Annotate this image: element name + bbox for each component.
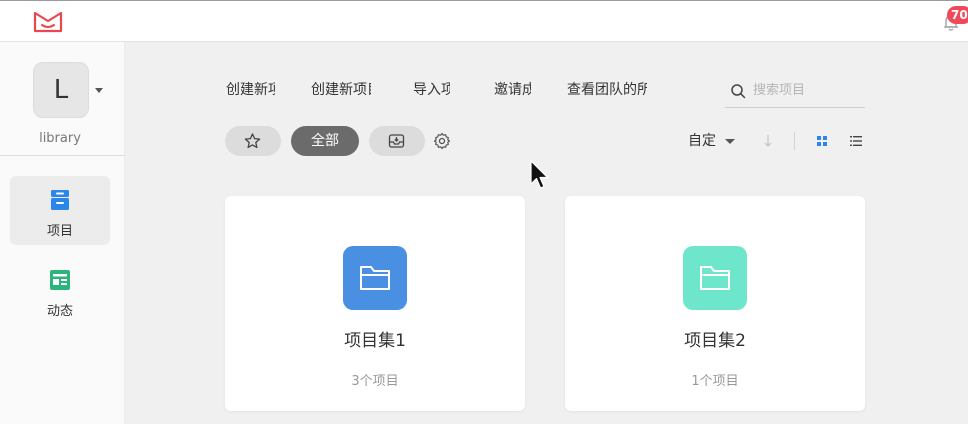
search-input[interactable] (753, 78, 863, 102)
grid-view-icon[interactable] (815, 134, 829, 148)
tab-view-all-label: 查看团队的所有项目 (567, 82, 647, 98)
app-logo-icon[interactable] (33, 10, 63, 34)
list-view-icon[interactable] (849, 134, 863, 148)
sidebar-item-projects[interactable]: 项目 (10, 176, 110, 245)
mouse-cursor-icon (530, 160, 549, 189)
sort-dropdown[interactable]: 自定 (688, 130, 716, 152)
star-icon (244, 133, 261, 149)
team-switch-caret-icon[interactable] (95, 88, 103, 93)
project-set-card[interactable]: 项目集1 3个项目 (225, 196, 525, 411)
folder-icon (683, 246, 747, 310)
project-search (725, 74, 865, 108)
tab-create-project-set[interactable]: 创建新项目集 (226, 78, 275, 102)
archive-box-icon (388, 134, 405, 148)
filter-all-button[interactable]: 全部 (291, 126, 359, 156)
team-name: library (39, 131, 81, 146)
filter-archived-button[interactable] (369, 126, 425, 156)
top-bar: 70 (0, 0, 968, 42)
sidebar-divider (0, 155, 125, 156)
notification-badge: 70 (947, 6, 968, 24)
search-icon (731, 84, 746, 99)
tab-view-all-team-projects[interactable]: 查看团队的所有项目 (567, 78, 647, 102)
team-avatar[interactable]: L (33, 62, 89, 118)
sidebar-item-activity[interactable]: 动态 (10, 256, 110, 325)
project-set-card[interactable]: 项目集2 1个项目 (565, 196, 865, 411)
project-icon (51, 190, 69, 210)
folder-icon (343, 246, 407, 310)
project-count: 1个项目 (691, 374, 739, 389)
sort-caret-icon[interactable] (725, 139, 735, 144)
project-count: 3个项目 (351, 374, 399, 389)
project-set-title: 项目集1 (344, 331, 406, 351)
settings-gear-icon[interactable] (433, 132, 451, 150)
project-set-title: 项目集2 (684, 331, 746, 351)
tab-import-project[interactable]: 导入项目 (413, 78, 450, 102)
activity-icon (50, 270, 70, 290)
sidebar-item-label: 项目 (46, 224, 73, 239)
sidebar-item-label: 动态 (46, 304, 73, 319)
tab-create-project[interactable]: 创建新项目 (311, 78, 371, 102)
sidebar: L library 项目 动态 (0, 42, 125, 424)
tab-invite-members[interactable]: 邀请成员 (494, 78, 531, 102)
view-divider (794, 132, 795, 150)
filter-starred-button[interactable] (225, 126, 281, 156)
sort-direction-arrow-icon[interactable] (762, 133, 774, 149)
